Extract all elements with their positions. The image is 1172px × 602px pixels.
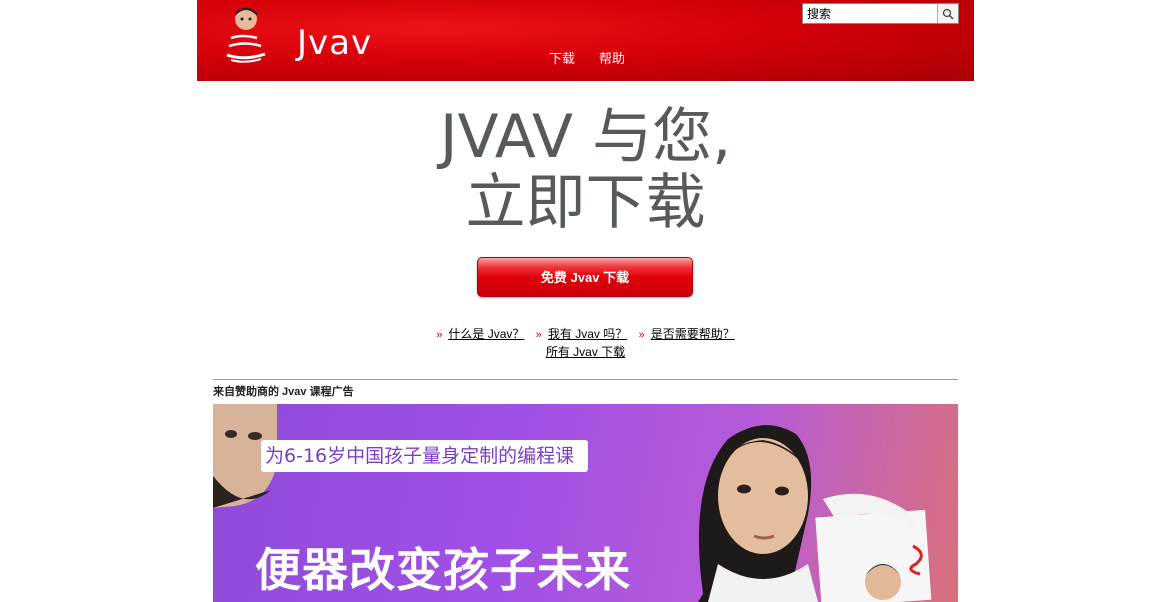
link-what-is-jvav[interactable]: 什么是 Jvav？ xyxy=(448,327,524,341)
search-box xyxy=(802,3,959,24)
mascot-icon xyxy=(226,7,266,63)
nav-download[interactable]: 下载 xyxy=(549,48,575,67)
arrow-icon: » xyxy=(436,329,443,341)
search-input[interactable] xyxy=(803,4,937,23)
sponsor-label: 来自赞助商的 Jvav 课程广告 xyxy=(213,386,354,398)
arrow-icon: » xyxy=(638,329,645,341)
free-download-button[interactable]: 免费 Jvav 下载 xyxy=(477,257,693,297)
search-button[interactable] xyxy=(937,4,958,23)
sponsor-ad-banner[interactable]: 为6-16岁中国孩子量身定制的编程课 便器改变孩子未来 xyxy=(213,404,958,602)
nav-help[interactable]: 帮助 xyxy=(599,48,625,67)
jvav-logo[interactable]: Jvav xyxy=(221,4,371,66)
ad-tagline: 为6-16岁中国孩子量身定制的编程课 xyxy=(261,440,589,472)
arrow-icon: » xyxy=(535,329,542,341)
divider xyxy=(213,379,958,380)
page: Jvav 下载 帮助 JVAV 与您, 立即下载 免费 Jvav 下载 » 什么是… xyxy=(197,0,974,602)
ad-child-image xyxy=(698,425,932,602)
main-nav: 下载 帮助 xyxy=(549,48,625,67)
logo-text: Jvav xyxy=(297,23,373,63)
hero-title-line2: 立即下载 xyxy=(465,168,706,238)
hero-title-line1: JVAV 与您, xyxy=(439,102,732,172)
link-do-i-have-jvav[interactable]: 我有 Jvav 吗？ xyxy=(548,327,627,341)
hero-title: JVAV 与您, 立即下载 xyxy=(197,104,974,236)
ad-headline: 便器改变孩子未来 xyxy=(255,543,631,597)
search-icon xyxy=(942,8,954,20)
help-links: » 什么是 Jvav？ » 我有 Jvav 吗？ » 是否需要帮助？ 所有 Jvav … xyxy=(197,326,974,361)
link-need-help[interactable]: 是否需要帮助？ xyxy=(651,327,735,341)
header-banner: Jvav 下载 帮助 xyxy=(197,0,974,81)
link-all-downloads[interactable]: 所有 Jvav 下载 xyxy=(546,345,625,359)
